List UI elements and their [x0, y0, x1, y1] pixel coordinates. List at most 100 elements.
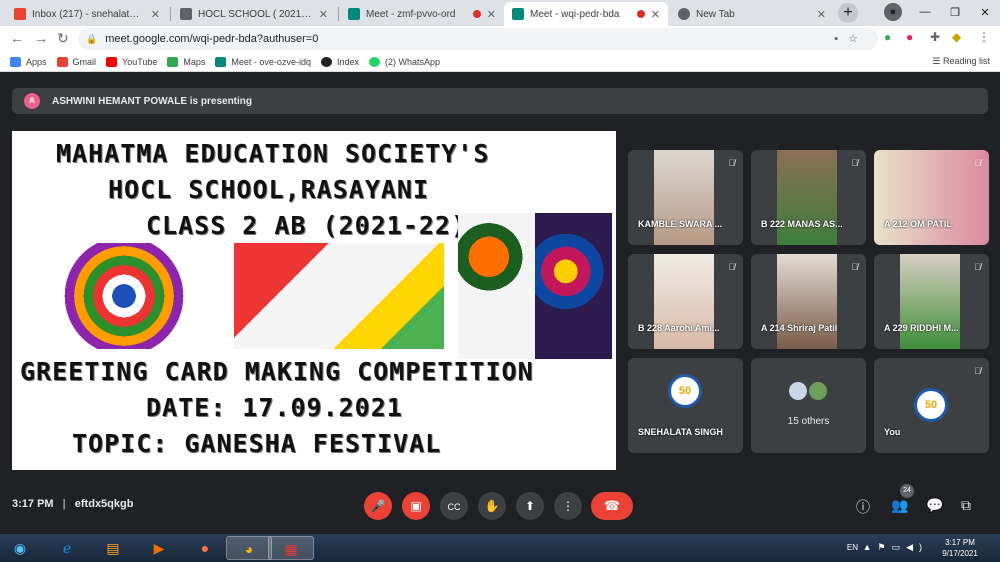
tab-hocl-school[interactable]: HOCL SCHOOL ( 2021- 22) CL ✕ [172, 2, 336, 26]
bookmark-youtube[interactable]: YouTube [106, 56, 158, 67]
file-explorer-button[interactable]: ▤ [90, 536, 136, 560]
bookmark-apps[interactable]: Apps [10, 56, 47, 67]
internet-explorer-button[interactable]: ℯ [44, 536, 90, 560]
camera-off-icon: ▣ [410, 499, 422, 513]
others-tile[interactable]: 15 others [751, 358, 866, 453]
windows-logo-icon: ◉ [13, 540, 27, 556]
youtube-icon [106, 56, 118, 67]
ganesha-drawing-image [234, 243, 444, 349]
tab-meet-zmf[interactable]: Meet - zmf-pvvo-ord ✕ [340, 2, 504, 26]
bookmark-meet[interactable]: Meet - ove-ozve-idq [215, 56, 311, 67]
tab-title: Inbox (217) - snehalatasingh@ [32, 8, 145, 20]
extension-icon[interactable]: ● [884, 30, 891, 44]
tray-clock[interactable]: 3:17 PM 9/17/2021 [936, 537, 984, 559]
close-tab-icon[interactable]: ✕ [651, 8, 660, 21]
folder-icon: ▤ [106, 540, 120, 556]
participant-tile[interactable]: 🎙̸ A 214 Shriraj Patil [751, 254, 866, 349]
hand-icon: ✋ [484, 499, 500, 513]
language-indicator[interactable]: EN [847, 543, 858, 552]
present-button[interactable]: ⬆ [516, 492, 544, 520]
present-screen-icon: ⬆ [524, 499, 536, 513]
mic-toggle-button[interactable]: 🎤 [364, 492, 392, 520]
bookmark-label: Maps [183, 56, 206, 67]
back-icon[interactable]: ← [10, 30, 24, 46]
puzzle-icon[interactable]: ✚ [930, 30, 940, 44]
reload-icon[interactable]: ↻ [57, 30, 69, 47]
bookmark-star-icon[interactable]: ☆ [848, 33, 868, 45]
chrome-icon: ◕ [244, 541, 254, 557]
more-options-button[interactable]: ⋮ [554, 492, 582, 520]
close-tab-icon[interactable]: ✕ [151, 8, 160, 21]
participant-video [874, 150, 989, 245]
close-tab-icon[interactable]: ✕ [817, 8, 826, 21]
people-button[interactable]: 👥 [891, 497, 908, 514]
new-tab-button[interactable]: + [838, 3, 858, 23]
recording-dot-icon [636, 10, 645, 18]
firefox-button[interactable]: ● [182, 536, 228, 560]
tab-title: Meet - zmf-pvvo-ord [366, 8, 456, 20]
participant-name: KAMBLE SWARA ... [638, 219, 723, 229]
captions-icon: CC [447, 502, 461, 512]
people-icon: 👥 [891, 497, 909, 513]
tab-title: HOCL SCHOOL ( 2021- 22) CL [198, 8, 313, 20]
close-tab-icon[interactable]: ✕ [319, 8, 328, 21]
tab-title: Meet - wqi-pedr-bda [530, 8, 620, 20]
minimize-icon[interactable]: — [910, 6, 940, 18]
browser-tab-strip: Inbox (217) - snehalatasingh@ ✕ HOCL SCH… [0, 0, 1000, 26]
bookmark-label: Gmail [72, 56, 97, 67]
presenting-banner: A ASHWINI HEMANT POWALE is presenting [12, 88, 988, 114]
bookmark-gmail[interactable]: Gmail [56, 56, 97, 67]
close-window-icon[interactable]: ✕ [970, 6, 1000, 19]
forward-icon[interactable]: → [34, 30, 48, 46]
slide-topic: TOPIC: GANESHA FESTIVAL [72, 429, 442, 458]
start-button[interactable]: ◉ [2, 536, 38, 560]
bookmark-label: YouTube [122, 56, 158, 67]
tray-icons[interactable]: ▲⚑▭◀) [863, 542, 928, 553]
menu-icon[interactable]: ⋮ [978, 30, 990, 44]
leave-call-button[interactable]: ☎ [591, 492, 633, 520]
participant-tile[interactable]: 🎙̸ A 229 RIDDHI M... [874, 254, 989, 349]
participant-tile[interactable]: 🎙̸ B 222 MANAS AS... [751, 150, 866, 245]
gmail-icon [56, 56, 68, 67]
participant-tile[interactable]: 🎙̸ A 212 OM PATIL [874, 150, 989, 245]
self-tile[interactable]: 50 🎙̸ You [874, 358, 989, 453]
extension-icon[interactable]: ◆ [952, 30, 961, 44]
presenter-avatar: A [24, 93, 40, 109]
recording-dot-icon [472, 10, 481, 18]
mic-off-icon: 🎙̸ [974, 366, 981, 376]
chrome-icon [678, 8, 690, 20]
bookmark-maps[interactable]: Maps [167, 56, 206, 67]
chrome-taskbar-button[interactable]: ◕ [226, 536, 272, 560]
url-input[interactable]: 🔒 meet.google.com/wqi-pedr-bda?authuser=… [78, 28, 878, 50]
app-taskbar-button[interactable]: ▦ [268, 536, 314, 560]
camera-toggle-button[interactable]: ▣ [402, 492, 430, 520]
tab-title: New Tab [696, 8, 735, 20]
bookmark-label: Index [336, 56, 359, 67]
participant-name: You [884, 427, 901, 437]
media-player-button[interactable]: ▶ [136, 536, 182, 560]
bookmark-whatsapp[interactable]: (2) WhatsApp [369, 56, 440, 67]
reading-list[interactable]: ☰ Reading list [932, 56, 990, 67]
tab-new-tab[interactable]: New Tab ✕ [670, 2, 834, 26]
participant-tile[interactable]: 50 SNEHALATA SINGH [628, 358, 743, 453]
slide-title-society: MAHATMA EDUCATION SOCIETY'S [56, 139, 490, 168]
close-tab-icon[interactable]: ✕ [487, 8, 496, 21]
profile-icon[interactable]: ● [884, 3, 902, 21]
extension-icon[interactable]: ● [906, 30, 913, 44]
chat-button[interactable]: 💬 [926, 497, 943, 514]
reading-list-icon: ☰ [932, 56, 943, 66]
meet-control-bar: 3:17 PM | eftdx5qkgb 🎤 ▣ CC ✋ ⬆ ⋮ ☎ ⓘ 👥 … [0, 482, 1000, 534]
participant-tile[interactable]: 🎙̸ B 228 Aarohi Ami... [628, 254, 743, 349]
windows-taskbar: ◉ ℯ ▤ ▶ ● ◕ ▦ EN ▲⚑▭◀) 3:17 PM 9/17/2021 [0, 534, 1000, 562]
ie-icon: ℯ [62, 540, 72, 556]
tab-meet-wqi[interactable]: Meet - wqi-pedr-bda ✕ [504, 2, 668, 26]
activities-button[interactable]: ⧉ [961, 497, 971, 514]
bookmark-index[interactable]: Index [320, 56, 359, 67]
meeting-details-button[interactable]: ⓘ [856, 497, 870, 517]
tab-inbox[interactable]: Inbox (217) - snehalatasingh@ ✕ [6, 2, 168, 26]
maximize-icon[interactable]: ❐ [940, 6, 970, 19]
participant-tile[interactable]: 🎙̸ KAMBLE SWARA ... [628, 150, 743, 245]
camera-icon[interactable]: ▪ [834, 33, 848, 45]
captions-button[interactable]: CC [440, 492, 468, 520]
raise-hand-button[interactable]: ✋ [478, 492, 506, 520]
